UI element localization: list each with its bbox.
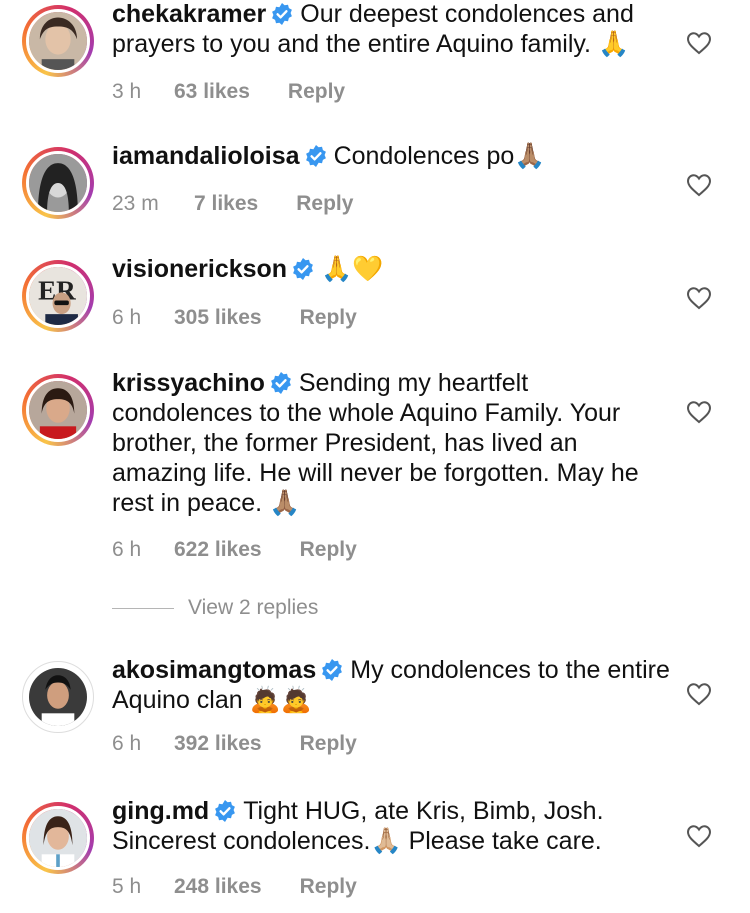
- timestamp: 5 h: [112, 875, 142, 898]
- username[interactable]: chekakramer: [112, 0, 266, 28]
- comment-meta: 5 h 248 likes Reply: [112, 875, 357, 899]
- likes-count[interactable]: 7 likes: [194, 192, 258, 216]
- comment-meta: 6 h 305 likes Reply: [112, 306, 357, 330]
- username[interactable]: krissyachino: [112, 369, 265, 397]
- verified-badge-icon: [291, 257, 315, 281]
- heart-outline-icon[interactable]: [686, 31, 712, 55]
- comment-text-continued: Please take care.: [408, 827, 602, 855]
- avatar: [26, 378, 90, 442]
- likes-count[interactable]: 63 likes: [174, 80, 250, 104]
- reply-button[interactable]: Reply: [300, 732, 357, 756]
- username[interactable]: iamandalioloisa: [112, 142, 300, 170]
- heart-outline-icon[interactable]: [686, 682, 712, 706]
- reply-button[interactable]: Reply: [300, 538, 357, 562]
- comment-meta: 23 m 7 likes Reply: [112, 192, 353, 216]
- emoji: 🙏🏼: [370, 826, 402, 855]
- avatar-ring[interactable]: ER: [22, 260, 94, 332]
- comment-body: visionerickson 🙏💛: [112, 254, 672, 284]
- avatar: [26, 9, 90, 73]
- username[interactable]: akosimangtomas: [112, 656, 316, 684]
- verified-badge-icon: [213, 799, 237, 823]
- comment-body: chekakramer Our deepest condolences and p…: [112, 0, 672, 59]
- comment-body: ging.md Tight HUG, ate Kris, Bimb, Josh. …: [112, 796, 672, 856]
- timestamp: 6 h: [112, 732, 142, 755]
- avatar-ring[interactable]: [22, 802, 94, 874]
- reply-button[interactable]: Reply: [300, 875, 357, 899]
- divider: [112, 607, 174, 609]
- timestamp: 6 h: [112, 538, 142, 561]
- avatar: ER: [26, 264, 90, 328]
- avatar-ring[interactable]: [22, 5, 94, 77]
- verified-badge-icon: [270, 2, 294, 26]
- likes-count[interactable]: 248 likes: [174, 875, 262, 899]
- comment-meta: 6 h 392 likes Reply: [112, 732, 357, 756]
- timestamp: 3 h: [112, 80, 142, 103]
- emoji: 🙏🏽: [269, 488, 301, 517]
- emoji: 🙏: [597, 29, 630, 58]
- avatar: [26, 806, 90, 870]
- timestamp: 23 m: [112, 192, 159, 215]
- likes-count[interactable]: 622 likes: [174, 538, 262, 562]
- likes-count[interactable]: 305 likes: [174, 306, 262, 330]
- avatar: [26, 151, 90, 215]
- comment-body: krissyachino Sending my heartfelt condole…: [112, 368, 672, 518]
- likes-count[interactable]: 392 likes: [174, 732, 262, 756]
- view-replies-label: View 2 replies: [188, 596, 319, 619]
- emoji: 🙇🙇: [249, 685, 312, 714]
- avatar: [26, 665, 90, 729]
- heart-outline-icon[interactable]: [686, 824, 712, 848]
- view-replies-button[interactable]: View 2 replies: [112, 596, 318, 620]
- comment-body: akosimangtomas My condolences to the enti…: [112, 655, 672, 715]
- heart-outline-icon[interactable]: [686, 400, 712, 424]
- comment-meta: 3 h 63 likes Reply: [112, 80, 345, 104]
- avatar-ring[interactable]: [22, 147, 94, 219]
- username[interactable]: ging.md: [112, 797, 209, 825]
- verified-badge-icon: [320, 658, 344, 682]
- heart-outline-icon[interactable]: [686, 286, 712, 310]
- verified-badge-icon: [304, 144, 328, 168]
- comment-text: Condolences po: [333, 142, 515, 170]
- avatar-ring[interactable]: [22, 661, 94, 733]
- avatar-ring[interactable]: [22, 374, 94, 446]
- reply-button[interactable]: Reply: [300, 306, 357, 330]
- verified-badge-icon: [269, 371, 293, 395]
- heart-outline-icon[interactable]: [686, 173, 712, 197]
- reply-button[interactable]: Reply: [288, 80, 345, 104]
- comment-body: iamandalioloisa Condolences po🙏🏽: [112, 141, 672, 171]
- reply-button[interactable]: Reply: [296, 192, 353, 216]
- comment-meta: 6 h 622 likes Reply: [112, 538, 357, 562]
- emoji: 🙏💛: [321, 254, 384, 283]
- emoji: 🙏🏽: [514, 141, 546, 170]
- timestamp: 6 h: [112, 306, 142, 329]
- username[interactable]: visionerickson: [112, 255, 287, 283]
